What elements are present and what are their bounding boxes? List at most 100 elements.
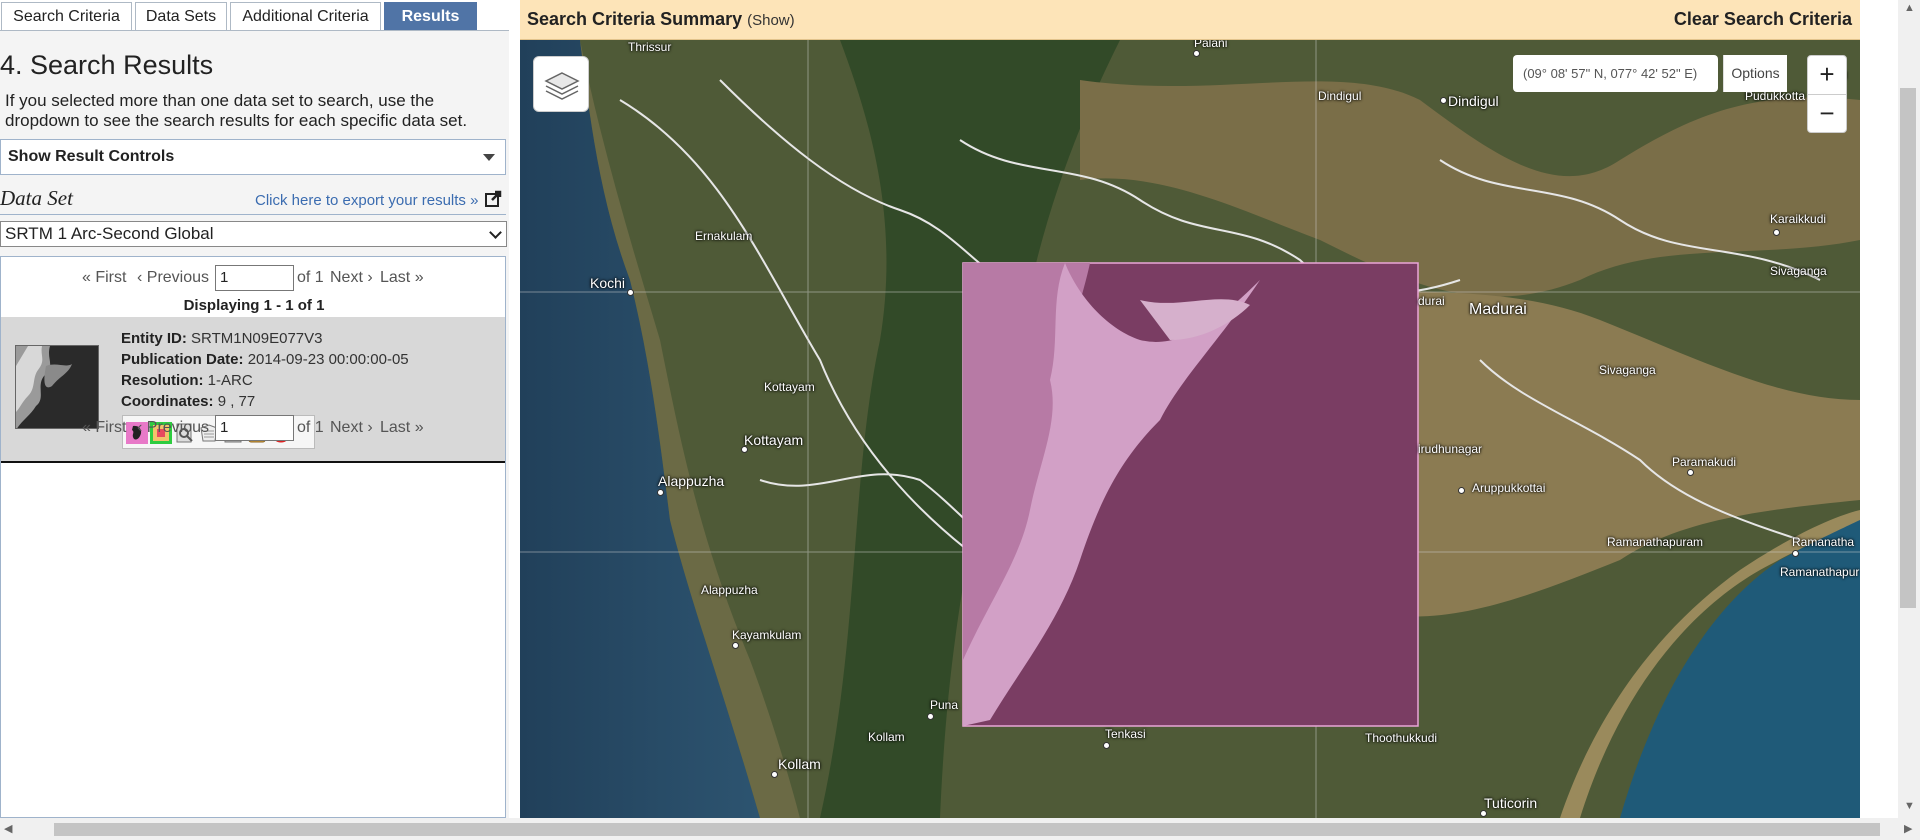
caret-down-icon [483, 154, 495, 161]
results-panel: Search Criteria Data Sets Additional Cri… [0, 0, 509, 818]
place-label: Kochi [590, 275, 626, 291]
entity-id-label: Entity ID: [121, 330, 187, 347]
city-marker [657, 489, 664, 496]
zoom-out-button[interactable]: − [1808, 94, 1846, 132]
scroll-right-icon[interactable]: ▶ [1904, 822, 1912, 835]
horizontal-scrollbar[interactable]: ◀ ▶ [0, 818, 1920, 840]
pager-of-count: of 1 [297, 419, 324, 436]
place-label: Ernakulam [695, 229, 753, 243]
city-marker [1193, 50, 1200, 57]
place-label: Tenkasi [1105, 727, 1146, 741]
scroll-up-icon[interactable]: ▲ [1904, 2, 1915, 14]
place-label: Karaikkudi [1770, 212, 1827, 226]
vertical-scrollbar[interactable]: ▲ ▼ [1898, 0, 1920, 818]
place-label: Alappuzha [658, 473, 725, 489]
place-label: durai [1418, 294, 1445, 308]
chevron-down-icon [489, 226, 502, 239]
show-result-controls-dropdown[interactable]: Show Result Controls [0, 139, 506, 175]
tab-results[interactable]: Results [384, 2, 477, 30]
entity-id-value: SRTM1N09E077V3 [191, 330, 323, 347]
pager-previous-link[interactable]: ‹ Previous [137, 269, 209, 287]
result-row: Entity ID: SRTM1N09E077V3 Publication Da… [1, 317, 505, 463]
pager-next-link[interactable]: Next › [330, 419, 373, 437]
pager-previous-link[interactable]: ‹ Previous [137, 419, 209, 437]
city-marker [1792, 550, 1799, 557]
place-label: Tuticorin [1484, 795, 1538, 811]
scroll-down-icon[interactable]: ▼ [1904, 800, 1915, 812]
place-label: Kollam [778, 756, 821, 772]
resolution-label: Resolution: [121, 372, 204, 389]
publication-date-label: Publication Date: [121, 351, 244, 368]
vertical-scroll-thumb[interactable] [1900, 88, 1916, 608]
place-label: Aruppukkottai [1472, 481, 1546, 495]
map-view[interactable]: Search Criteria Summary (Show) Clear Sea… [520, 0, 1860, 818]
place-label: Puna [930, 698, 959, 712]
city-marker [741, 446, 748, 453]
pager-top: « First ‹ Previous 1 of 1 Next › Last » [81, 265, 481, 291]
pager-first-link[interactable]: « First [82, 419, 126, 437]
satellite-basemap [520, 40, 1860, 818]
city-marker [1480, 810, 1487, 817]
displaying-count: Displaying 1 - 1 of 1 [183, 297, 325, 314]
city-marker [1687, 469, 1694, 476]
place-label: Ramanatha [1792, 535, 1855, 549]
zoom-in-button[interactable]: + [1808, 56, 1846, 94]
place-label: Dindigul [1318, 89, 1362, 103]
pager-of-count: of 1 [297, 269, 324, 286]
place-label: Kollam [868, 730, 905, 744]
publication-date-value: 2014-09-23 00:00:00-05 [247, 351, 409, 368]
external-link-icon[interactable] [485, 190, 502, 207]
tab-search-criteria[interactable]: Search Criteria [1, 2, 132, 30]
summary-title: Search Criteria Summary [527, 9, 743, 29]
place-label: Kottayam [744, 432, 804, 448]
record-metadata: Entity ID: SRTM1N09E077V3 Publication Da… [121, 328, 409, 412]
page-title: 4. Search Results [0, 50, 214, 80]
export-results-link[interactable]: Click here to export your results » [255, 192, 478, 209]
map-options-button[interactable]: Options [1723, 55, 1787, 92]
city-marker [627, 289, 634, 296]
summary-show-link[interactable]: (Show) [747, 12, 795, 29]
layers-button[interactable] [533, 56, 589, 112]
place-label: Thoothukkudi [1365, 731, 1438, 745]
city-marker [1440, 97, 1447, 104]
pager-last-link[interactable]: Last » [380, 419, 424, 437]
place-label: irudhunagar [1418, 442, 1483, 456]
page-number-input[interactable]: 1 [215, 265, 294, 291]
pager-last-link[interactable]: Last » [380, 269, 424, 287]
resolution-value: 1-ARC [207, 372, 253, 389]
tab-bar: Search Criteria Data Sets Additional Cri… [0, 2, 509, 30]
place-label: Sivaganga [1599, 363, 1656, 377]
pager-first-link[interactable]: « First [82, 269, 126, 287]
city-marker [771, 771, 778, 778]
results-list: « First ‹ Previous 1 of 1 Next › Last » … [0, 256, 506, 818]
place-label: Ramanathapur [1780, 565, 1860, 579]
place-label: Kayamkulam [732, 628, 802, 642]
city-marker [732, 642, 739, 649]
controls-label: Show Result Controls [8, 148, 175, 165]
place-label: Sivaganga [1770, 264, 1827, 278]
dataset-selected-value: SRTM 1 Arc-Second Global [5, 224, 214, 243]
city-marker [1773, 229, 1780, 236]
place-label: Madurai [1469, 301, 1527, 318]
clear-search-criteria-link[interactable]: Clear Search Criteria [1674, 9, 1852, 30]
city-marker [1103, 742, 1110, 749]
cursor-coordinates: (09° 08' 57" N, 077° 42' 52" E) [1513, 55, 1718, 92]
coordinates-label: Coordinates: [121, 393, 214, 410]
place-label: Paramakudi [1672, 455, 1737, 469]
page-number-input[interactable]: 1 [215, 415, 294, 441]
tab-data-sets[interactable]: Data Sets [135, 2, 227, 30]
horizontal-scroll-thumb[interactable] [54, 823, 1880, 836]
coordinates-value: 9 , 77 [217, 393, 256, 410]
place-label: Dindigul [1448, 93, 1499, 109]
place-label: Thrissur [628, 40, 672, 54]
dataset-label: Data Set [0, 186, 73, 210]
pager-next-link[interactable]: Next › [330, 269, 373, 287]
dataset-select[interactable]: SRTM 1 Arc-Second Global [0, 221, 507, 247]
city-marker [1458, 487, 1465, 494]
zoom-control: + − [1807, 55, 1847, 133]
place-label: Kottayam [764, 380, 815, 394]
tab-additional-criteria[interactable]: Additional Criteria [230, 2, 381, 30]
scroll-left-icon[interactable]: ◀ [4, 822, 12, 835]
search-criteria-summary-bar: Search Criteria Summary (Show) Clear Sea… [520, 0, 1860, 40]
layers-icon [544, 72, 580, 100]
